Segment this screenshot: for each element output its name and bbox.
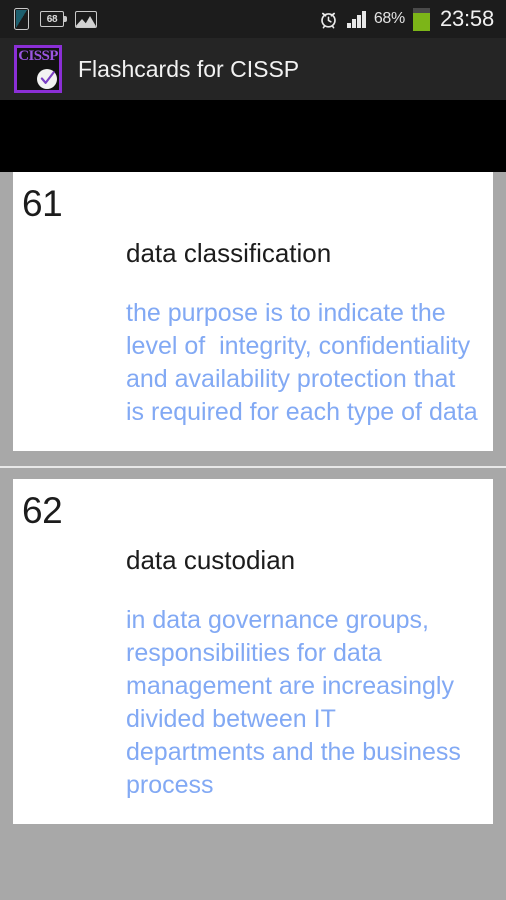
gallery-picture-icon [75, 10, 97, 28]
flashcard-term: data custodian [126, 545, 296, 575]
flashcard-item[interactable]: 61 data classification the purpose is to… [13, 172, 493, 451]
flashcard-definition: in data governance groups, responsibilit… [126, 606, 468, 799]
app-icon-cissp[interactable]: CISSP [14, 45, 62, 93]
app-title: Flashcards for CISSP [78, 55, 300, 82]
action-bar: CISSP Flashcards for CISSP [0, 38, 506, 100]
battery-percent-label: 68% [373, 10, 405, 27]
app-icon-label: CISSP [18, 48, 58, 64]
battery-icon [412, 7, 430, 31]
flashcard-item[interactable]: 62 data custodian in data governance gro… [13, 479, 493, 824]
flashcard-number: 62 [22, 490, 63, 531]
status-bar-right-icons: 68% 23:58 [318, 6, 494, 32]
alarm-clock-icon-svg [321, 12, 336, 29]
screen-cast-icon [14, 8, 29, 30]
flashcard-term: data classification [126, 238, 332, 268]
alarm-clock-icon [318, 9, 339, 30]
status-bar: 68 68% 23:58 [0, 0, 506, 38]
status-bar-clock: 23:58 [439, 6, 494, 31]
checkmark-icon [40, 71, 55, 84]
phone-screen: 68 68% 23:58 CISSP Flashcards for CISSP … [0, 0, 506, 900]
battery-badge-value: 68 [46, 13, 58, 25]
signal-bars-icon [346, 10, 366, 28]
flashcard-definition: the purpose is to indicate the level of … [126, 299, 478, 426]
list-divider [0, 466, 506, 468]
flashcard-number: 61 [22, 183, 63, 224]
flashcard-list[interactable]: 61 data classification the purpose is to… [0, 172, 506, 900]
content-spacer [0, 100, 506, 172]
battery-number-badge-icon: 68 [40, 11, 67, 27]
status-bar-left-icons: 68 [14, 8, 97, 30]
